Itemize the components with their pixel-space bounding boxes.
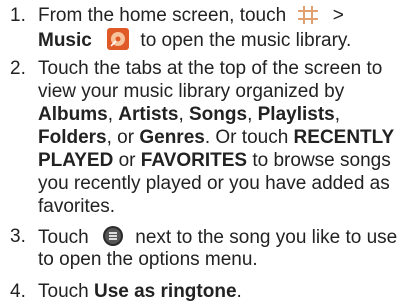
tab-name-albums: Albums xyxy=(38,104,108,125)
step-text-line: Albums, Artists, Songs, Playlists, xyxy=(38,104,341,125)
step-text-line: favorites. xyxy=(38,196,116,217)
tab-name-artists: Artists xyxy=(118,104,179,125)
step-text-line: Folders, or Genres. Or touch RECENTLY xyxy=(38,127,395,148)
step-text-line: From the home screen, touch > xyxy=(38,5,344,26)
step-number: 4. xyxy=(10,281,26,302)
tab-name-played: PLAYED xyxy=(38,150,114,171)
tab-name-favorites: FAVORITES xyxy=(140,150,248,171)
use-as-ringtone-label: Use as ringtone xyxy=(93,281,237,302)
music-app-icon xyxy=(107,28,130,50)
tab-name-genres: Genres xyxy=(139,127,205,148)
step-number: 3. xyxy=(10,226,26,247)
tab-name-playlists: Playlists xyxy=(257,104,335,125)
step-text-line: Music to open the music library. xyxy=(38,28,352,51)
step-text-line: view your music library organized by xyxy=(38,81,345,102)
step-text-line: PLAYED or FAVORITES to browse songs xyxy=(38,150,391,171)
tab-name-folders: Folders xyxy=(38,127,107,148)
step-text-line: you recently played or you have added as xyxy=(38,173,390,194)
tab-name-songs: Songs xyxy=(189,104,248,125)
apps-grid-icon xyxy=(297,5,319,25)
step-text-line: Touch Use as ringtone. xyxy=(38,281,242,302)
options-menu-icon xyxy=(102,225,124,247)
step-text-line: Touch next to the song you like to use xyxy=(38,225,398,248)
step-number: 1. xyxy=(10,5,26,26)
tab-name-recently: RECENTLY xyxy=(293,127,395,148)
step-number: 2. xyxy=(10,58,26,79)
step-text-line: to open the options menu. xyxy=(38,249,258,270)
step-text-line: Touch the tabs at the top of the screen … xyxy=(38,58,383,79)
